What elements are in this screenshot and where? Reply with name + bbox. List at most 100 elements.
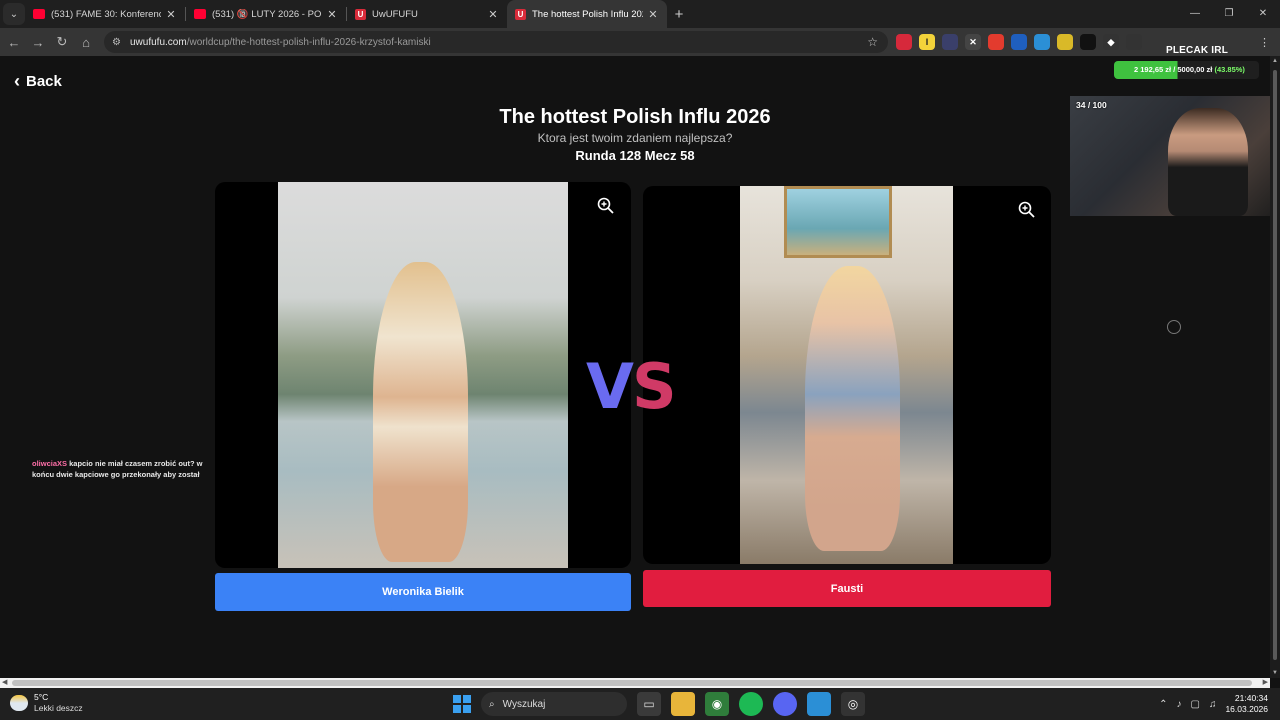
loading-spinner-icon [1167,320,1181,334]
extension-wave-icon[interactable] [1011,34,1027,50]
left-candidate-photo[interactable] [278,182,568,568]
restore-icon[interactable]: ❐ [1212,0,1246,28]
scroll-down-icon[interactable]: ▼ [1272,670,1278,676]
address-bar[interactable]: ⚙ uwufufu.com /worldcup/the-hottest-poli… [104,31,888,53]
scroll-thumb[interactable] [12,680,1252,686]
discord-icon[interactable] [773,692,797,716]
zoom-in-icon[interactable] [1017,200,1037,220]
tab-title: (531) 🔞 LUTY 2026 - POLSKI TV [212,8,322,20]
forward-arrow-icon[interactable]: → [26,35,50,50]
scroll-right-icon[interactable]: ▶ [1263,678,1268,686]
temperature: 5°C [34,692,49,702]
chat-username: oliwciaXS [32,459,68,468]
choose-left-button[interactable]: Weronika Bielik [215,573,631,611]
close-icon[interactable]: ✕ [165,8,177,21]
weather-widget[interactable]: 5°C Lekki deszcz [10,692,83,714]
tab-search-button[interactable]: ⌄ [3,3,25,25]
system-tray: ⌃ ♪ ▢ ♫ 21:40:34 16.03.2026 [1159,693,1268,715]
tab-bar: ⌄ (531) FAME 30: Konferencja - Yo ✕ (531… [0,0,1280,28]
start-button[interactable] [453,695,471,713]
notepad-icon[interactable] [807,692,831,716]
browser-toolbar: ← → ↻ ⌂ ⚙ uwufufu.com /worldcup/the-hott… [0,28,1280,56]
extensions-puzzle-icon[interactable] [1126,34,1142,50]
url-domain: uwufufu.com [130,36,187,48]
scroll-left-icon[interactable]: ◀ [2,678,7,686]
extension-diamond-icon[interactable]: ◆ [1103,34,1119,50]
vs-v: V [586,350,634,423]
person-figure [805,266,900,551]
horizontal-scrollbar[interactable]: ◀ ▶ [0,678,1270,688]
profile-label[interactable]: PLECAK IRL [1166,45,1228,56]
close-icon[interactable]: ✕ [647,8,659,21]
back-label: Back [26,73,62,90]
tab-hottest-polish-influ[interactable]: U The hottest Polish Influ 2026 | U ✕ [507,0,667,28]
webcam-overlay: 34 / 100 [1070,96,1280,216]
extension-pdf-icon[interactable] [988,34,1004,50]
youtube-icon [194,9,206,19]
chevron-left-icon: ‹ [14,71,20,91]
donation-progress: 2 192,65 zł / 5000,00 zł [1134,65,1213,74]
extension-dark-icon[interactable] [1080,34,1096,50]
minimize-icon[interactable]: — [1178,0,1212,28]
tab-luty-2026[interactable]: (531) 🔞 LUTY 2026 - POLSKI TV ✕ [186,0,346,28]
task-view-icon[interactable]: ▭ [637,692,661,716]
taskbar-apps: ⌕ Wyszukaj ▭ ◉ ◎ [453,692,865,716]
url-path: /worldcup/the-hottest-polish-influ-2026-… [186,36,431,48]
tab-title: (531) FAME 30: Konferencja - Yo [51,8,161,20]
home-icon[interactable]: ⌂ [74,35,98,50]
reload-icon[interactable]: ↻ [50,34,74,50]
vertical-scrollbar[interactable]: ▲ ▼ [1270,56,1280,678]
chrome-icon[interactable]: ◉ [705,692,729,716]
uwufufu-icon: U [355,8,366,20]
extension-honey-icon[interactable] [1057,34,1073,50]
uwufufu-icon: U [515,8,526,20]
tab-title: UwUFUFU [372,8,418,20]
windows-taskbar: 5°C Lekki deszcz ⌕ Wyszukaj ▭ ◉ ◎ ⌃ ♪ ▢ … [0,688,1280,720]
extension-yellow-icon[interactable]: I [919,34,935,50]
close-icon[interactable]: ✕ [326,8,338,21]
volume-icon[interactable]: ♫ [1209,699,1217,710]
site-info-icon[interactable]: ⚙ [112,37,124,48]
close-icon[interactable]: ✕ [487,8,499,21]
vs-label: VS [586,350,677,423]
extension-x-icon[interactable]: ✕ [965,34,981,50]
person-figure [373,262,468,562]
search-icon: ⌕ [489,698,495,710]
tab-fame30[interactable]: (531) FAME 30: Konferencja - Yo ✕ [25,0,185,28]
clock[interactable]: 21:40:34 16.03.2026 [1225,693,1268,715]
left-candidate-card[interactable] [215,182,631,568]
scroll-thumb[interactable] [1273,70,1277,660]
spotify-icon[interactable] [739,692,763,716]
file-explorer-icon[interactable] [671,692,695,716]
back-button[interactable]: ‹ Back [14,71,62,92]
zoom-in-icon[interactable] [596,196,616,216]
obs-icon[interactable]: ◎ [841,692,865,716]
close-window-icon[interactable]: ✕ [1246,0,1280,28]
extension-circle-icon[interactable] [942,34,958,50]
scroll-up-icon[interactable]: ▲ [1272,58,1278,64]
clock-date: 16.03.2026 [1225,704,1268,714]
right-candidate-card[interactable] [643,186,1051,564]
back-arrow-icon[interactable]: ← [2,35,26,50]
counter-label: 34 / 100 [1076,100,1107,110]
vs-s: S [631,350,677,423]
new-tab-button[interactable]: + [667,6,691,23]
weather-icon [10,695,28,711]
taskbar-search[interactable]: ⌕ Wyszukaj [481,692,627,716]
extensions-row: I ✕ ◆ [896,34,1142,50]
window-controls: — ❐ ✕ [1178,0,1280,28]
extension-translate-icon[interactable] [1034,34,1050,50]
extension-red-icon[interactable] [896,34,912,50]
kebab-menu-icon[interactable]: ⋮ [1259,36,1270,49]
clock-time: 21:40:34 [1234,693,1268,703]
right-candidate-photo[interactable] [740,186,953,564]
bookmark-star-icon[interactable]: ☆ [867,35,878,49]
stream-chat-message: oliwciaXS kapcio nie miał czasem zrobić … [32,458,222,480]
choose-right-button[interactable]: Fausti [643,570,1051,607]
network-icon[interactable]: ▢ [1191,699,1200,710]
tab-uwufufu[interactable]: U UwUFUFU ✕ [347,0,507,28]
microphone-icon[interactable]: ♪ [1177,699,1182,710]
weather-condition: Lekki deszcz [34,703,83,713]
donation-goal-bar: 2 192,65 zł / 5000,00 zł (43.85%) [1114,61,1259,79]
chevron-up-icon[interactable]: ⌃ [1159,699,1167,710]
